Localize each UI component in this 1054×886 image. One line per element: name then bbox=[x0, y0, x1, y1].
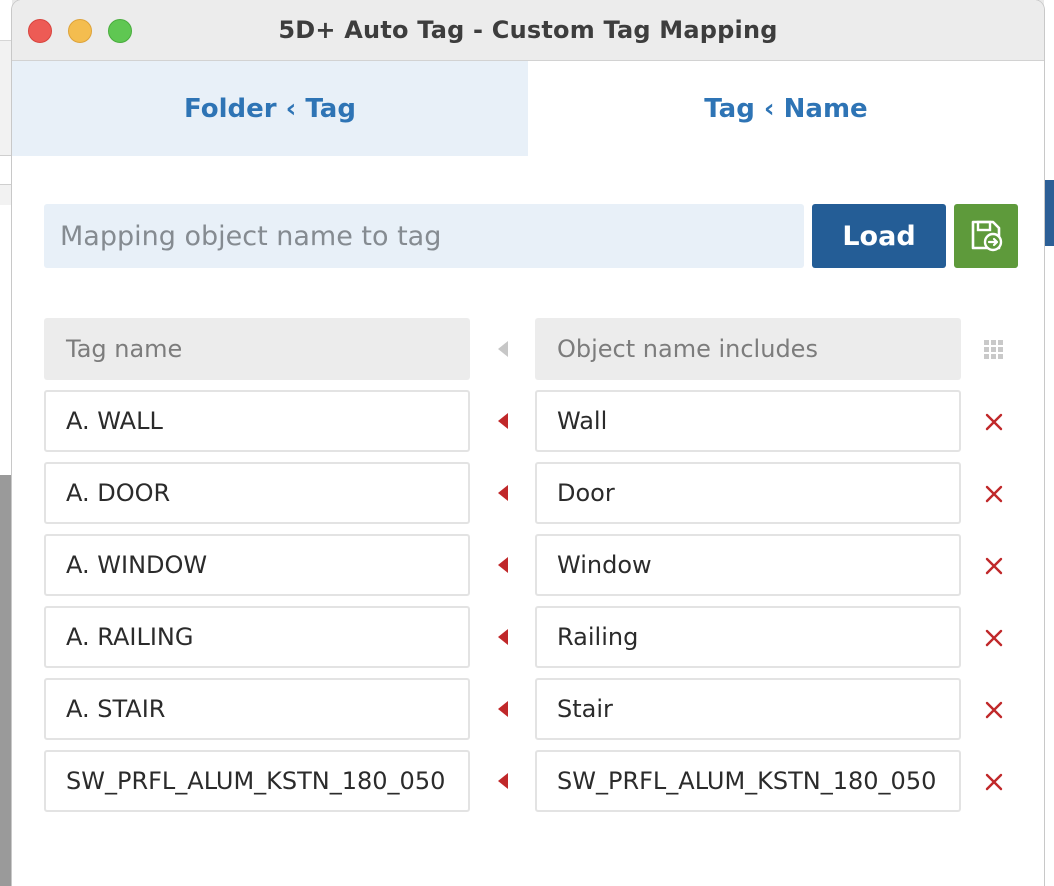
remove-row-icon[interactable] bbox=[982, 626, 1006, 650]
object-name-field[interactable]: Stair bbox=[535, 678, 961, 740]
background-strip bbox=[0, 155, 12, 185]
mapping-toolbar: Load bbox=[44, 204, 1018, 269]
object-name-field[interactable]: SW_PRFL_ALUM_KSTN_180_050 bbox=[535, 750, 961, 812]
remove-row-icon[interactable] bbox=[982, 554, 1006, 578]
tag-name-field[interactable]: SW_PRFL_ALUM_KSTN_180_050 bbox=[44, 750, 470, 812]
background-app-left bbox=[0, 0, 12, 886]
background-strip bbox=[1044, 180, 1054, 246]
tag-name-field[interactable]: A. WINDOW bbox=[44, 534, 470, 596]
window-title: 5D+ Auto Tag - Custom Tag Mapping bbox=[278, 16, 778, 44]
background-strip bbox=[0, 0, 12, 41]
save-mapping-button[interactable] bbox=[954, 204, 1018, 268]
remove-row-icon[interactable] bbox=[982, 410, 1006, 434]
load-button[interactable]: Load bbox=[812, 204, 946, 268]
tab-tag-name[interactable]: Tag ‹ Name bbox=[528, 61, 1044, 156]
object-name-field[interactable]: Wall bbox=[535, 390, 961, 452]
save-load-icon bbox=[969, 218, 1003, 255]
tag-name-header: Tag name bbox=[44, 318, 470, 380]
background-strip bbox=[0, 205, 12, 476]
arrow-left-icon bbox=[493, 627, 513, 647]
remove-row-icon[interactable] bbox=[982, 482, 1006, 506]
tab-folder-tag[interactable]: Folder ‹ Tag bbox=[12, 61, 528, 156]
remove-row-icon[interactable] bbox=[982, 698, 1006, 722]
tag-name-field[interactable]: A. DOOR bbox=[44, 462, 470, 524]
remove-row-icon[interactable] bbox=[982, 770, 1006, 794]
arrow-left-icon bbox=[493, 411, 513, 431]
arrow-left-icon bbox=[493, 555, 513, 575]
grid-menu-icon[interactable] bbox=[984, 340, 1004, 360]
arrow-left-icon bbox=[493, 771, 513, 791]
object-name-field[interactable]: Window bbox=[535, 534, 961, 596]
object-name-field[interactable]: Railing bbox=[535, 606, 961, 668]
tag-name-field[interactable]: A. STAIR bbox=[44, 678, 470, 740]
object-name-field[interactable]: Door bbox=[535, 462, 961, 524]
arrow-left-icon bbox=[493, 699, 513, 719]
tag-name-field[interactable]: A. WALL bbox=[44, 390, 470, 452]
object-name-header: Object name includes bbox=[535, 318, 961, 380]
arrow-left-icon bbox=[493, 339, 513, 359]
tab-bar: Folder ‹ Tag Tag ‹ Name bbox=[12, 61, 1044, 156]
title-bar: 5D+ Auto Tag - Custom Tag Mapping bbox=[12, 0, 1044, 61]
background-app-right bbox=[1044, 0, 1054, 886]
custom-tag-mapping-window: 5D+ Auto Tag - Custom Tag Mapping Folder… bbox=[12, 0, 1044, 886]
mapping-name-input[interactable] bbox=[44, 204, 804, 268]
arrow-left-icon bbox=[493, 483, 513, 503]
tag-name-field[interactable]: A. RAILING bbox=[44, 606, 470, 668]
background-strip bbox=[0, 475, 12, 886]
